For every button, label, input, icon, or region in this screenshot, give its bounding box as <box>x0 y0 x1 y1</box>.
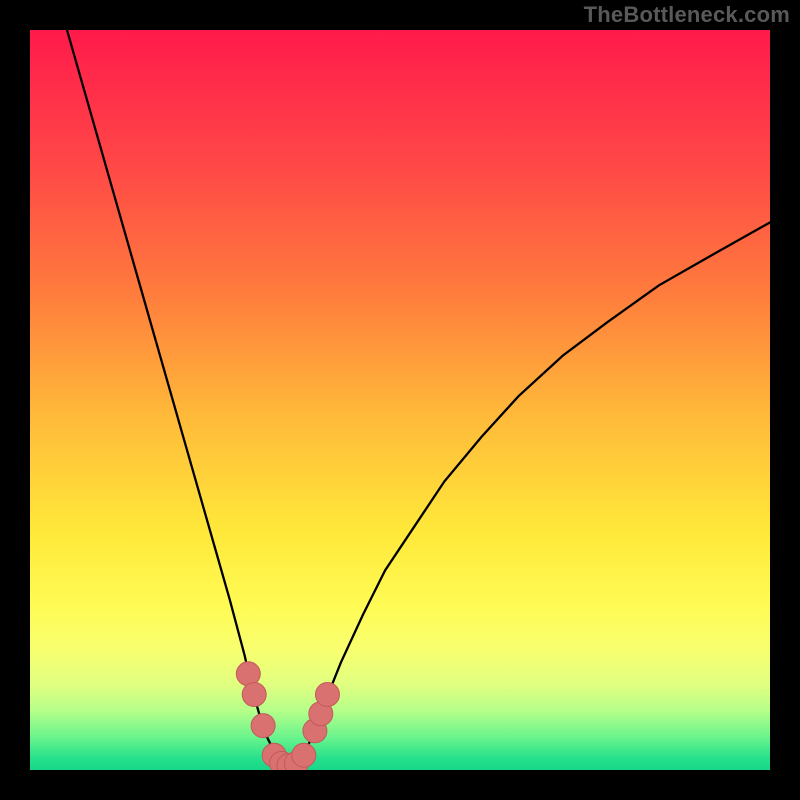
data-marker <box>292 743 316 767</box>
data-marker <box>251 714 275 738</box>
gradient-background <box>30 30 770 770</box>
bottleneck-chart <box>30 30 770 770</box>
data-marker <box>242 683 266 707</box>
data-marker <box>315 683 339 707</box>
watermark-text: TheBottleneck.com <box>584 2 790 28</box>
chart-frame: TheBottleneck.com <box>0 0 800 800</box>
plot-area <box>30 30 770 770</box>
data-marker <box>236 662 260 686</box>
